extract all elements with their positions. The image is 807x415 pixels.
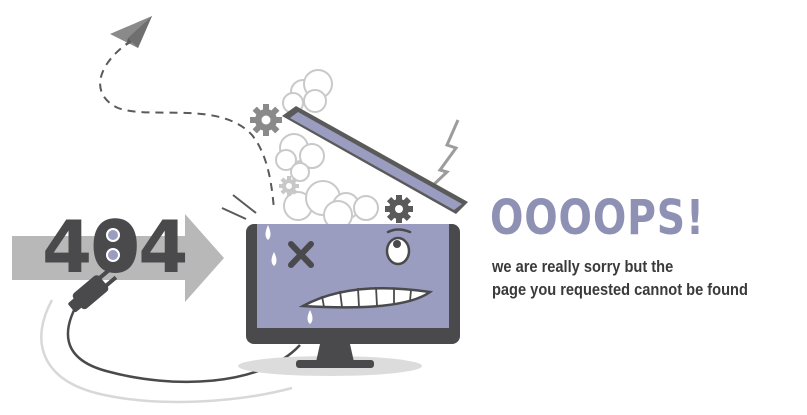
- paper-plane-icon: [110, 16, 152, 48]
- headline: OOOOPS!: [490, 190, 705, 246]
- lightning-icon: [426, 119, 460, 192]
- spark-lines: [221, 194, 257, 220]
- error-message-line-2: page you requested cannot be found: [492, 280, 748, 299]
- error-message-line-1: we are really sorry but the: [492, 257, 674, 276]
- zero-socket-icon: [99, 220, 127, 270]
- dashed-flight-path: [99, 39, 275, 211]
